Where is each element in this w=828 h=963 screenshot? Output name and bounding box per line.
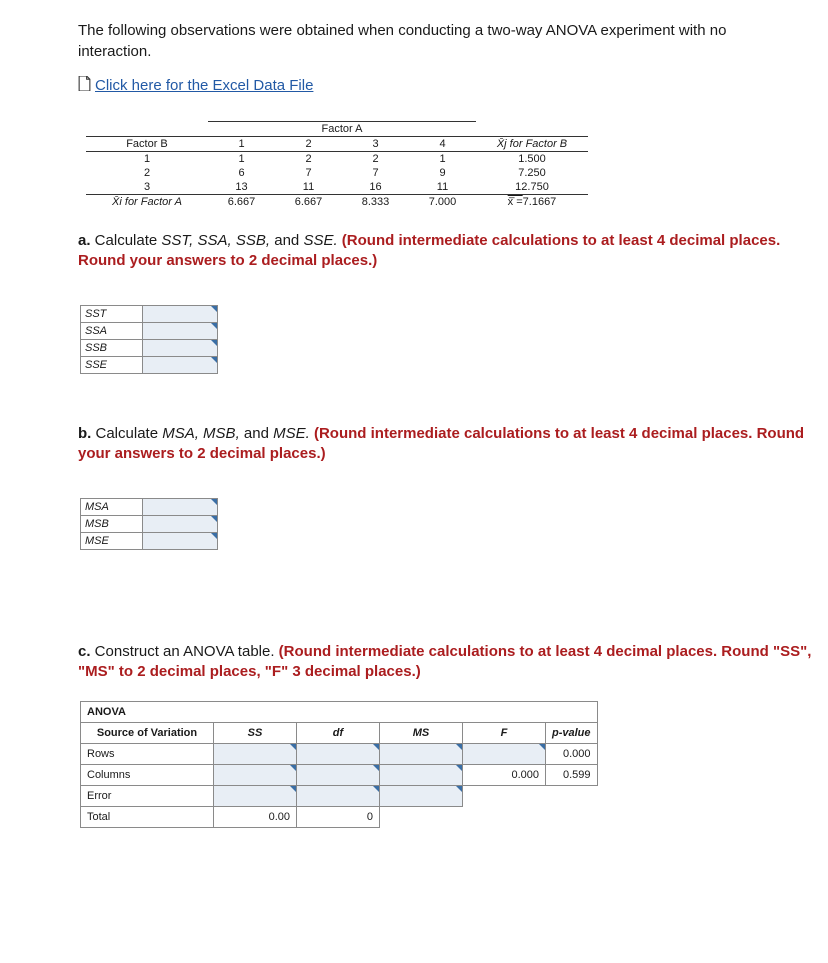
qa-label-ssb: SSB	[81, 340, 143, 357]
row-columns: Columns	[81, 764, 214, 785]
qb-input-mse[interactable]	[143, 533, 218, 550]
corner-tri-icon	[290, 786, 296, 792]
question-a: a. Calculate SST, SSA, SSB, and SSE. (Ro…	[78, 231, 812, 272]
corner-tri-icon	[211, 306, 217, 312]
total-df: 0	[297, 806, 380, 827]
hdr-f: F	[463, 722, 546, 743]
cell: 7	[342, 166, 409, 180]
corner-tri-icon	[373, 744, 379, 750]
err-df[interactable]	[297, 785, 380, 806]
row-b-1: 1	[86, 152, 208, 167]
qb-label-mse: MSE	[81, 533, 143, 550]
qa-label-sst: SST	[81, 306, 143, 323]
qa-label-ssa: SSA	[81, 323, 143, 340]
row-b-3: 3	[86, 180, 208, 195]
cols-f: 0.000	[463, 764, 546, 785]
corner-tri-icon	[373, 786, 379, 792]
question-b: b. Calculate MSA, MSB, and MSE. (Round i…	[78, 424, 812, 465]
rows-ss[interactable]	[214, 743, 297, 764]
hdr-ms: MS	[380, 722, 463, 743]
col-mean: 7.000	[409, 195, 476, 210]
cell: 16	[342, 180, 409, 195]
hdr-source: Source of Variation	[81, 722, 214, 743]
cell: 7	[275, 166, 342, 180]
corner-tri-icon	[539, 744, 545, 750]
qa-input-sst[interactable]	[143, 306, 218, 323]
col-3: 3	[342, 137, 409, 152]
col-mean-header: X̄i for Factor A	[86, 195, 208, 210]
qa-label-sse: SSE	[81, 357, 143, 374]
grand-mean: x̄̄ = 7.1667	[476, 195, 588, 210]
factor-b-header: Factor B	[86, 137, 208, 152]
hdr-df: df	[297, 722, 380, 743]
corner-tri-icon	[211, 499, 217, 505]
anova-data-table: Factor A Factor B 1 2 3 4 X̄j for Factor…	[86, 121, 588, 209]
cols-p: 0.599	[546, 764, 598, 785]
qb-entry-table: MSA MSB MSE	[80, 483, 218, 551]
total-ss: 0.00	[214, 806, 297, 827]
factor-a-header: Factor A	[208, 122, 476, 137]
cell: 6	[208, 166, 275, 180]
cell: 1	[208, 152, 275, 167]
err-ms[interactable]	[380, 785, 463, 806]
cell: 11	[275, 180, 342, 195]
cols-ss[interactable]	[214, 764, 297, 785]
qb-input-msa[interactable]	[143, 499, 218, 516]
hdr-ss: SS	[214, 722, 297, 743]
row-mean: 7.250	[476, 166, 588, 180]
qb-input-msb[interactable]	[143, 516, 218, 533]
corner-tri-icon	[211, 357, 217, 363]
cell: 9	[409, 166, 476, 180]
qa-input-ssa[interactable]	[143, 323, 218, 340]
rows-ms[interactable]	[380, 743, 463, 764]
col-mean: 6.667	[208, 195, 275, 210]
corner-tri-icon	[456, 786, 462, 792]
row-mean: 1.500	[476, 152, 588, 167]
row-total: Total	[81, 806, 214, 827]
cell: 13	[208, 180, 275, 195]
row-rows: Rows	[81, 743, 214, 764]
corner-tri-icon	[290, 744, 296, 750]
qa-entry-table: SST SSA SSB SSE	[80, 290, 218, 375]
hdr-p: p-value	[546, 722, 598, 743]
err-ss[interactable]	[214, 785, 297, 806]
row-mean-header: X̄j for Factor B	[476, 137, 588, 152]
cols-df[interactable]	[297, 764, 380, 785]
row-b-2: 2	[86, 166, 208, 180]
cell: 2	[342, 152, 409, 167]
cell: 2	[275, 152, 342, 167]
row-mean: 12.750	[476, 180, 588, 195]
col-2: 2	[275, 137, 342, 152]
excel-link-label: Click here for the Excel Data File	[95, 77, 313, 94]
anova-result-table: ANOVA Source of Variation SS df MS F p-v…	[80, 701, 598, 828]
cell: 11	[409, 180, 476, 195]
anova-title: ANOVA	[81, 701, 598, 722]
rows-df[interactable]	[297, 743, 380, 764]
col-mean: 6.667	[275, 195, 342, 210]
corner-tri-icon	[211, 340, 217, 346]
cols-ms[interactable]	[380, 764, 463, 785]
excel-data-link[interactable]: Click here for the Excel Data File	[78, 76, 313, 95]
corner-tri-icon	[373, 765, 379, 771]
corner-tri-icon	[211, 516, 217, 522]
qb-label-msb: MSB	[81, 516, 143, 533]
qa-input-sse[interactable]	[143, 357, 218, 374]
rows-f[interactable]	[463, 743, 546, 764]
col-1: 1	[208, 137, 275, 152]
rows-p: 0.000	[546, 743, 598, 764]
qb-label-msa: MSA	[81, 499, 143, 516]
intro-text: The following observations were obtained…	[78, 20, 778, 62]
cell: 1	[409, 152, 476, 167]
corner-tri-icon	[456, 765, 462, 771]
corner-tri-icon	[290, 765, 296, 771]
col-mean: 8.333	[342, 195, 409, 210]
row-error: Error	[81, 785, 214, 806]
corner-tri-icon	[211, 323, 217, 329]
corner-tri-icon	[211, 533, 217, 539]
col-4: 4	[409, 137, 476, 152]
question-c: c. Construct an ANOVA table. (Round inte…	[78, 642, 812, 683]
corner-tri-icon	[456, 744, 462, 750]
qa-input-ssb[interactable]	[143, 340, 218, 357]
file-icon	[78, 76, 91, 95]
